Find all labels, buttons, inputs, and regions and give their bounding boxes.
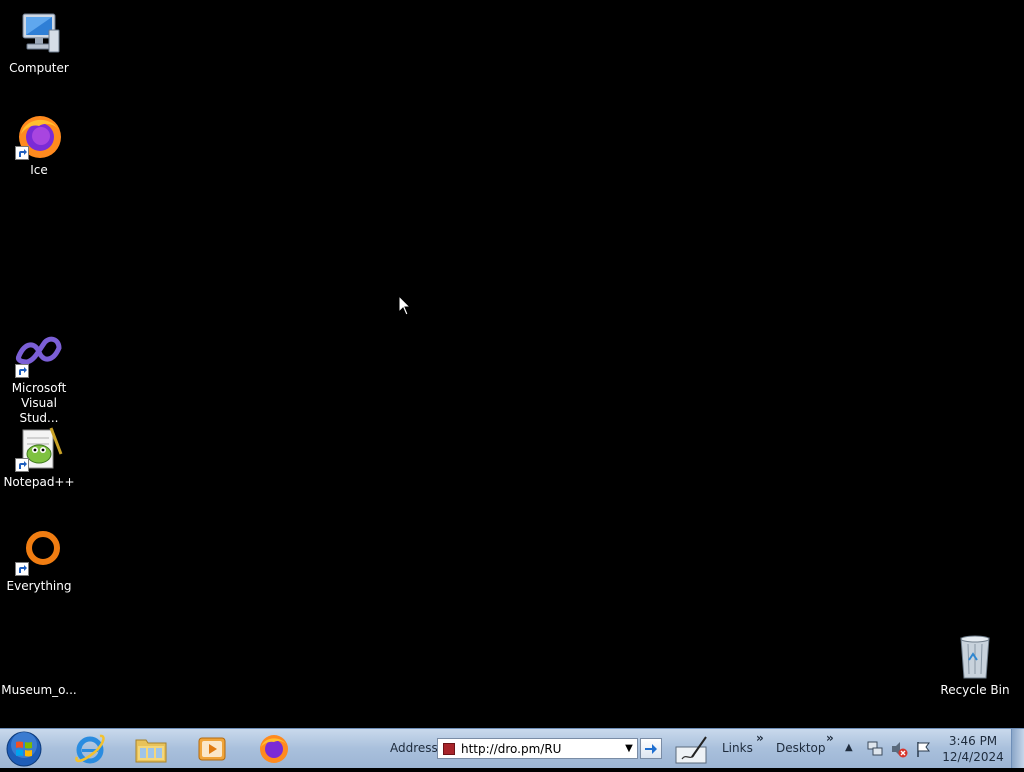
taskbar: Address http://dro.pm/RU ▼ Links » Deskt…	[0, 728, 1024, 768]
arrow-right-icon	[645, 743, 657, 754]
desktop-icon-label: Ice	[30, 163, 48, 177]
clock-date: 12/4/2024	[942, 750, 1004, 764]
address-toolbar-label: Address	[390, 741, 438, 755]
media-player-icon	[198, 737, 226, 761]
taskbar-pin-internet-explorer[interactable]	[64, 731, 116, 767]
system-clock[interactable]: 3:46 PM 12/4/2024	[936, 733, 1010, 765]
desktop: Computer Ice Microsoft Visual Stud... No…	[0, 0, 1024, 728]
desktop-icon-label: Computer	[9, 61, 69, 75]
shortcut-arrow-icon	[15, 364, 29, 378]
links-toolbar-label[interactable]: Links	[722, 741, 753, 755]
desktop-icon-label: Notepad++	[3, 475, 75, 489]
mouse-cursor-icon	[398, 294, 412, 317]
desktop-icon-label: Everything	[6, 579, 72, 593]
desktop-icon-everything[interactable]: Everything	[0, 528, 78, 594]
network-icon[interactable]	[866, 740, 884, 758]
address-input[interactable]: http://dro.pm/RU ▼	[437, 738, 638, 759]
internet-explorer-icon	[75, 734, 105, 764]
volume-muted-icon[interactable]	[890, 740, 908, 758]
desktop-icon-label: Recycle Bin	[940, 683, 1010, 697]
clock-time: 3:46 PM	[948, 734, 998, 748]
desktop-icon-recycle-bin[interactable]: Recycle Bin	[936, 632, 1014, 698]
shortcut-arrow-icon	[15, 562, 29, 576]
windows-logo-icon	[6, 731, 42, 767]
site-favicon-icon	[443, 742, 455, 755]
address-value: http://dro.pm/RU	[461, 741, 562, 756]
desktop-icon-museum[interactable]: Museum_o...	[0, 632, 78, 698]
recycle-bin-icon	[951, 632, 999, 680]
start-button[interactable]	[5, 730, 43, 768]
action-center-flag-icon[interactable]	[914, 740, 932, 758]
taskbar-pin-firefox[interactable]	[248, 731, 300, 767]
pen-tablet-icon	[675, 736, 707, 764]
show-hidden-icons-icon[interactable]: ▲	[845, 742, 853, 753]
links-chevron-icon[interactable]: »	[756, 731, 764, 745]
desktop-icon-computer[interactable]: Computer	[0, 10, 78, 76]
notepad-plus-plus-icon	[15, 424, 63, 472]
desktop-icon-label: Museum_o...	[1, 683, 77, 697]
desktop-toolbar-label[interactable]: Desktop	[776, 741, 826, 755]
address-go-button[interactable]	[640, 738, 662, 759]
show-desktop-button[interactable]	[1011, 729, 1024, 768]
computer-icon	[15, 10, 63, 58]
desktop-icon-ice[interactable]: Ice	[0, 112, 78, 178]
dropdown-arrow-icon[interactable]: ▼	[621, 739, 637, 758]
shortcut-arrow-icon	[15, 458, 29, 472]
taskbar-pin-media-player[interactable]	[186, 731, 238, 767]
visual-studio-icon	[15, 330, 63, 378]
desktop-chevron-icon[interactable]: »	[826, 731, 834, 745]
desktop-icon-label: Microsoft Visual Stud...	[11, 381, 67, 425]
desktop-icon-visual-studio[interactable]: Microsoft Visual Stud...	[0, 330, 78, 426]
blank-file-icon	[15, 632, 63, 680]
taskbar-pen-tool-button[interactable]	[674, 733, 710, 765]
firefox-icon	[260, 735, 288, 763]
firefox-icon	[15, 112, 63, 160]
everything-search-icon	[15, 528, 63, 576]
shortcut-arrow-icon	[15, 146, 29, 160]
file-explorer-icon	[135, 739, 167, 763]
taskbar-pin-file-explorer[interactable]	[125, 731, 177, 767]
desktop-icon-notepad-plus-plus[interactable]: Notepad++	[0, 424, 78, 490]
